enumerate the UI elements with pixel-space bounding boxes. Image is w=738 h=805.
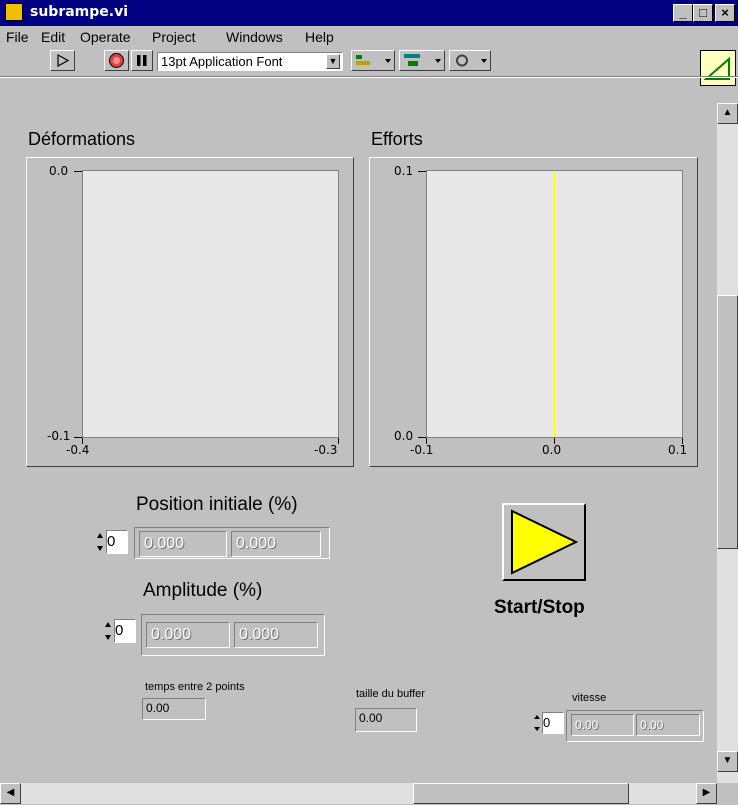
amplitude-array: 0.000 0.000 bbox=[141, 614, 325, 656]
toolbar-divider bbox=[0, 76, 738, 78]
graph-title-efforts: Efforts bbox=[371, 129, 423, 149]
position-initiale-label: Position initiale (%) bbox=[136, 494, 298, 515]
vertical-scrollbar[interactable]: ▲ ▼ bbox=[717, 103, 738, 783]
position-value[interactable]: 0.000 bbox=[231, 531, 321, 557]
maximize-button[interactable]: □ bbox=[693, 4, 713, 22]
temps-label: temps entre 2 points bbox=[145, 681, 245, 693]
vertical-scroll-thumb[interactable] bbox=[717, 295, 738, 549]
deformations-graph: 0.0 -0.1 -0.4 -0.3 bbox=[26, 157, 354, 467]
amplitude-value[interactable]: 0.000 bbox=[146, 622, 230, 648]
scroll-up-icon[interactable]: ▲ bbox=[717, 103, 738, 124]
ramp-icon bbox=[703, 56, 730, 80]
x-tick-label: 0.1 bbox=[668, 443, 688, 457]
start-stop-button[interactable] bbox=[502, 503, 586, 581]
pause-icon bbox=[137, 55, 147, 66]
horizontal-scrollbar[interactable]: ◀ ▶ bbox=[0, 783, 717, 804]
reorder-button[interactable] bbox=[449, 50, 491, 71]
title-bar[interactable]: subrampe.vi _ □ × bbox=[0, 0, 738, 26]
run-button[interactable] bbox=[50, 50, 75, 71]
x-tick-label: -0.4 bbox=[66, 443, 90, 457]
horizontal-scroll-thumb[interactable] bbox=[413, 783, 629, 804]
abort-button[interactable] bbox=[104, 50, 129, 71]
align-icon bbox=[356, 55, 391, 65]
index-spinner[interactable] bbox=[95, 529, 105, 555]
menu-edit[interactable]: Edit bbox=[41, 29, 65, 45]
scroll-down-icon[interactable]: ▼ bbox=[717, 751, 738, 772]
y-tick-label: 0.0 bbox=[49, 164, 69, 178]
y-tick-label: -0.1 bbox=[47, 429, 71, 443]
vitesse-array: 0.00 0.00 bbox=[566, 710, 704, 742]
temps-value[interactable]: 0.00 bbox=[142, 698, 206, 720]
x-tick-mark bbox=[338, 438, 339, 444]
buffer-label: taille du buffer bbox=[356, 688, 425, 700]
vi-connector-icon[interactable] bbox=[700, 50, 736, 86]
efforts-graph: 0.1 0.0 -0.1 0.0 0.1 bbox=[369, 157, 698, 467]
scroll-left-icon[interactable]: ◀ bbox=[0, 783, 21, 804]
vitesse-index[interactable]: 0 bbox=[542, 712, 564, 734]
spinner-arrows-icon bbox=[534, 715, 540, 731]
efforts-plot-area[interactable] bbox=[426, 170, 683, 438]
menu-file[interactable]: File bbox=[6, 29, 29, 45]
font-select[interactable]: 13pt Application Font bbox=[157, 52, 343, 71]
spinner-arrows-icon bbox=[97, 533, 103, 551]
menu-project[interactable]: Project bbox=[152, 29, 196, 45]
vitesse-value[interactable]: 0.00 bbox=[636, 714, 700, 736]
start-stop-label: Start/Stop bbox=[494, 597, 585, 618]
position-index[interactable]: 0 bbox=[106, 530, 128, 554]
deformations-plot-area[interactable] bbox=[82, 170, 339, 438]
vitesse-value[interactable]: 0.00 bbox=[571, 714, 634, 736]
close-button[interactable]: × bbox=[715, 4, 735, 22]
play-icon bbox=[511, 509, 579, 575]
window-title: subrampe.vi bbox=[30, 4, 129, 20]
pause-button[interactable] bbox=[131, 50, 153, 71]
menu-help[interactable]: Help bbox=[305, 29, 334, 45]
spinner-arrows-icon bbox=[105, 622, 111, 640]
chevron-down-icon[interactable]: ▼ bbox=[326, 54, 340, 69]
menu-windows[interactable]: Windows bbox=[226, 29, 283, 45]
index-spinner[interactable] bbox=[103, 618, 113, 644]
index-spinner[interactable] bbox=[533, 712, 541, 734]
y-tick-mark bbox=[418, 171, 426, 172]
reorder-icon bbox=[456, 54, 487, 67]
toolbar: 13pt Application Font ▼ bbox=[0, 48, 738, 74]
menu-bar: File Edit Operate Project Windows Help bbox=[0, 26, 738, 48]
distribute-icon bbox=[404, 54, 441, 66]
amplitude-value[interactable]: 0.000 bbox=[234, 622, 318, 648]
stop-icon bbox=[109, 53, 124, 68]
vitesse-label: vitesse bbox=[572, 692, 607, 704]
amplitude-index[interactable]: 0 bbox=[114, 619, 136, 643]
scroll-right-icon[interactable]: ▶ bbox=[696, 783, 717, 804]
distribute-objects-button[interactable] bbox=[399, 50, 445, 71]
amplitude-label: Amplitude (%) bbox=[143, 580, 263, 601]
vi-icon bbox=[5, 3, 23, 21]
y-tick-mark bbox=[74, 437, 82, 438]
y-tick-mark bbox=[418, 437, 426, 438]
align-objects-button[interactable] bbox=[351, 50, 395, 71]
x-tick-label: -0.3 bbox=[314, 443, 338, 457]
graph-title-deformations: Déformations bbox=[28, 129, 136, 149]
x-tick-label: -0.1 bbox=[410, 443, 434, 457]
buffer-value[interactable]: 0.00 bbox=[355, 708, 417, 732]
y-tick-label: 0.1 bbox=[394, 164, 414, 178]
y-tick-mark bbox=[74, 171, 82, 172]
font-select-value: 13pt Application Font bbox=[161, 54, 283, 69]
size-grip[interactable] bbox=[717, 783, 738, 804]
minimize-button[interactable]: _ bbox=[673, 4, 693, 22]
y-tick-label: 0.0 bbox=[394, 429, 414, 443]
position-array: 0.000 0.000 bbox=[134, 527, 330, 559]
position-value[interactable]: 0.000 bbox=[139, 531, 227, 557]
menu-operate[interactable]: Operate bbox=[80, 29, 131, 45]
run-arrow-icon bbox=[57, 53, 70, 68]
efforts-cursor-line bbox=[554, 171, 555, 437]
x-tick-label: 0.0 bbox=[542, 443, 562, 457]
